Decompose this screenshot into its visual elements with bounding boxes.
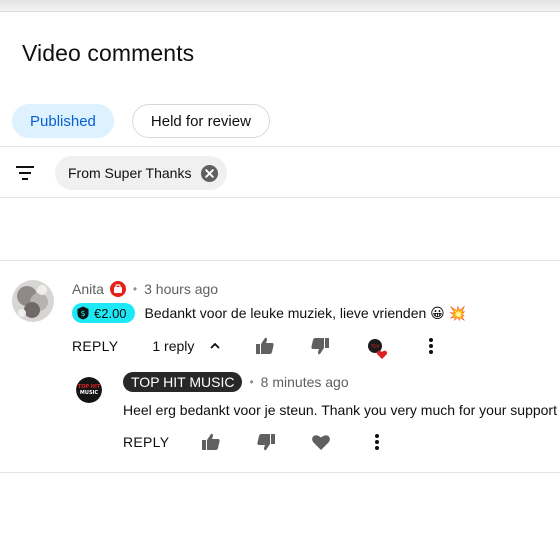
- like-icon[interactable]: [254, 335, 276, 357]
- tab-held-for-review[interactable]: Held for review: [131, 104, 270, 138]
- super-thanks-badge: $ €2.00: [72, 303, 135, 323]
- comment-meta: Anita • 3 hours ago: [72, 281, 218, 297]
- comment-author[interactable]: Anita: [72, 281, 104, 297]
- reply-time[interactable]: 8 minutes ago: [261, 374, 349, 390]
- channel-avatar[interactable]: TOP HIT MUSIC: [76, 377, 102, 403]
- heart-icon[interactable]: [310, 431, 332, 453]
- top-bar-shadow: [0, 0, 560, 12]
- reply-text: Heel erg bedankt voor je steun. Thank yo…: [123, 402, 560, 418]
- separator-dot: •: [132, 282, 138, 296]
- divider: [0, 146, 560, 147]
- channel-logo: TOP HIT MUSIC: [76, 377, 102, 403]
- more-icon[interactable]: [366, 431, 388, 453]
- comment-text: Bedankt voor de leuke muziek, lieve vrie…: [144, 304, 467, 321]
- filter-icon[interactable]: [14, 162, 36, 184]
- avatar[interactable]: [12, 280, 54, 322]
- close-circle-icon[interactable]: [200, 164, 219, 183]
- divider: [0, 472, 560, 473]
- creator-avatar-mini: TOP: [368, 339, 388, 359]
- svg-text:MUSIC: MUSIC: [80, 390, 98, 396]
- comment-actions: REPLY 1 reply: [72, 338, 222, 354]
- super-thanks-amount: €2.00: [94, 305, 127, 321]
- dislike-icon[interactable]: [309, 335, 331, 357]
- super-thanks-icon: $: [77, 306, 89, 320]
- creator-heart-icon[interactable]: TOP: [367, 338, 389, 360]
- page-title: Video comments: [22, 40, 195, 66]
- reply-button[interactable]: REPLY: [123, 434, 169, 450]
- member-badge-icon: [109, 281, 126, 297]
- comment-time[interactable]: 3 hours ago: [144, 281, 218, 297]
- replies-count: 1 reply: [152, 338, 195, 354]
- chevron-up-icon: [210, 342, 221, 349]
- reply-author[interactable]: TOP HIT MUSIC: [123, 372, 243, 392]
- reply-meta: TOP HIT MUSIC • 8 minutes ago: [123, 372, 349, 392]
- reply-button[interactable]: REPLY: [72, 338, 118, 354]
- avatar-image: [12, 280, 54, 322]
- separator-dot: •: [249, 375, 254, 389]
- dislike-icon[interactable]: [255, 431, 277, 453]
- filter-chip-label: From Super Thanks: [68, 165, 192, 181]
- filter-chip-super-thanks[interactable]: From Super Thanks: [55, 156, 228, 190]
- tab-published[interactable]: Published: [12, 104, 114, 138]
- svg-text:$: $: [80, 309, 85, 318]
- divider: [0, 260, 560, 261]
- divider: [0, 197, 560, 198]
- reply-actions: REPLY: [123, 434, 169, 450]
- more-icon[interactable]: [420, 335, 442, 357]
- comment-tabs: Published Held for review: [12, 104, 270, 138]
- like-icon[interactable]: [200, 431, 222, 453]
- svg-text:TOP: TOP: [370, 344, 380, 349]
- comment-content: $ €2.00 Bedankt voor de leuke muziek, li…: [72, 303, 466, 323]
- replies-toggle[interactable]: 1 reply: [152, 338, 222, 354]
